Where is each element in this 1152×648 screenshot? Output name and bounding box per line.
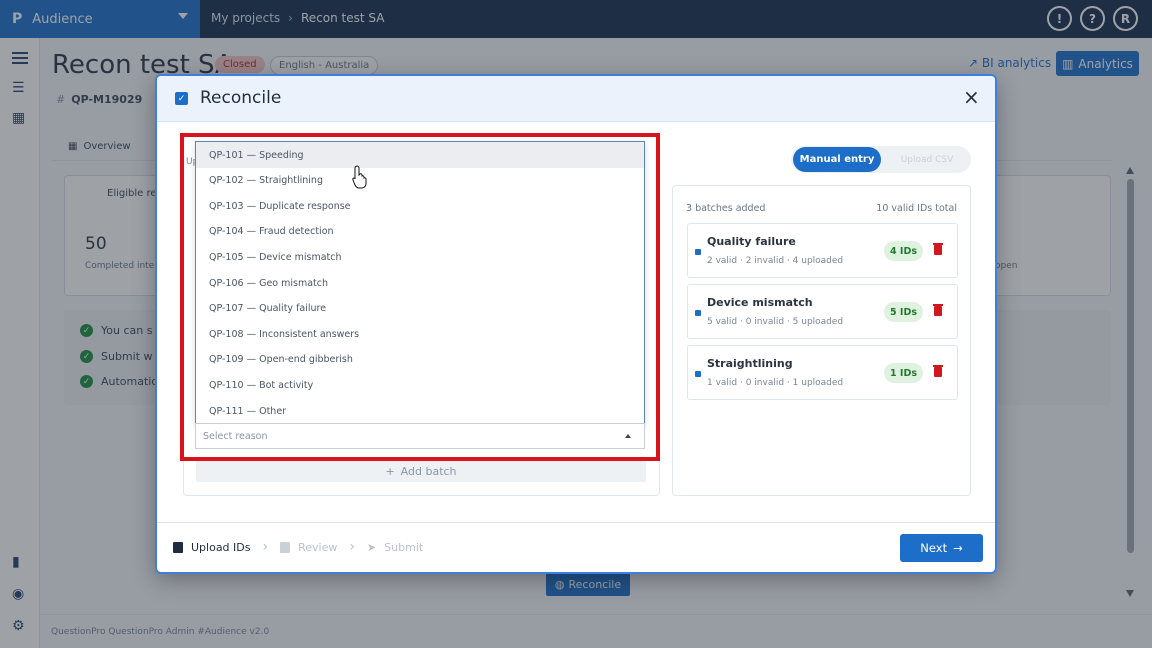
step-submit[interactable]: ➤ Submit <box>367 541 423 554</box>
batches-summary: 3 batches added <box>686 203 766 214</box>
stepper: Upload IDs › Review › ➤ Submit <box>173 539 423 555</box>
chevron-up-icon <box>625 434 631 438</box>
step-upload-ids[interactable]: Upload IDs <box>173 541 251 554</box>
hand-cursor-icon <box>352 165 367 189</box>
upload-csv-tab[interactable]: Upload CSV <box>887 147 967 172</box>
dropdown-option[interactable]: QP-111 — Other <box>196 398 644 424</box>
batch-name: Device mismatch <box>707 296 813 309</box>
entry-mode-toggle: Manual entry Upload CSV <box>791 146 971 173</box>
footer-divider <box>157 522 995 523</box>
batch-card: Quality failure 2 valid · 2 invalid · 4 … <box>687 223 958 278</box>
select-placeholder: Select reason <box>203 431 268 442</box>
dropdown-option[interactable]: QP-102 — Straightlining <box>196 168 644 194</box>
trash-icon[interactable] <box>933 304 943 316</box>
batch-name: Straightlining <box>707 357 793 370</box>
batch-ids-badge: 5 IDs <box>884 302 923 322</box>
checklist-icon: ✓ <box>175 92 188 105</box>
trash-icon[interactable] <box>933 243 943 255</box>
add-batch-button[interactable]: + Add batch <box>196 460 646 482</box>
dropdown-option[interactable]: QP-108 — Inconsistent answers <box>196 321 644 347</box>
upload-file-icon <box>173 541 183 553</box>
manual-entry-tab[interactable]: Manual entry <box>793 147 881 172</box>
modal-header: ✓ Reconcile × <box>157 76 995 122</box>
close-icon[interactable]: × <box>963 87 980 107</box>
dropdown-option[interactable]: QP-104 — Fraud detection <box>196 219 644 245</box>
batch-card: Straightlining 1 valid · 0 invalid · 1 u… <box>687 345 958 400</box>
batches-panel: 3 batches added 10 valid IDs total Quali… <box>672 185 971 496</box>
batch-meta: 1 valid · 0 invalid · 1 uploaded <box>707 378 844 388</box>
batch-marker <box>695 310 701 316</box>
batch-ids-badge: 4 IDs <box>884 241 923 261</box>
chevron-right-icon: › <box>262 539 269 555</box>
valid-ids-total: 10 valid IDs total <box>876 203 957 214</box>
next-button[interactable]: Next → <box>900 534 983 562</box>
dropdown-option[interactable]: QP-109 — Open-end gibberish <box>196 347 644 373</box>
dropdown-option[interactable]: QP-107 — Quality failure <box>196 296 644 322</box>
batch-name: Quality failure <box>707 235 796 248</box>
batch-meta: 2 valid · 2 invalid · 4 uploaded <box>707 256 844 266</box>
batch-marker <box>695 371 701 377</box>
batch-ids-badge: 1 IDs <box>884 363 923 383</box>
batch-meta: 5 valid · 0 invalid · 5 uploaded <box>707 317 844 327</box>
batch-marker <box>695 249 701 255</box>
dropdown-option[interactable]: QP-101 — Speeding <box>196 142 644 168</box>
send-icon: ➤ <box>366 540 377 554</box>
chevron-right-icon: › <box>349 539 355 555</box>
reason-dropdown-list: QP-101 — Speeding QP-102 — Straightlining… <box>195 141 645 424</box>
reason-select[interactable]: Select reason <box>195 423 645 449</box>
dropdown-option[interactable]: QP-110 — Bot activity <box>196 372 644 398</box>
arrow-right-icon: → <box>953 541 963 555</box>
modal-title: Reconcile <box>200 88 282 108</box>
trash-icon[interactable] <box>933 365 943 377</box>
review-icon <box>280 541 291 553</box>
plus-icon: + <box>385 464 395 478</box>
dropdown-option[interactable]: QP-103 — Duplicate response <box>196 193 644 219</box>
step-review[interactable]: Review <box>280 541 337 554</box>
dropdown-option[interactable]: QP-105 — Device mismatch <box>196 244 644 270</box>
dropdown-option[interactable]: QP-106 — Geo mismatch <box>196 270 644 296</box>
batch-card: Device mismatch 5 valid · 0 invalid · 5 … <box>687 284 958 339</box>
